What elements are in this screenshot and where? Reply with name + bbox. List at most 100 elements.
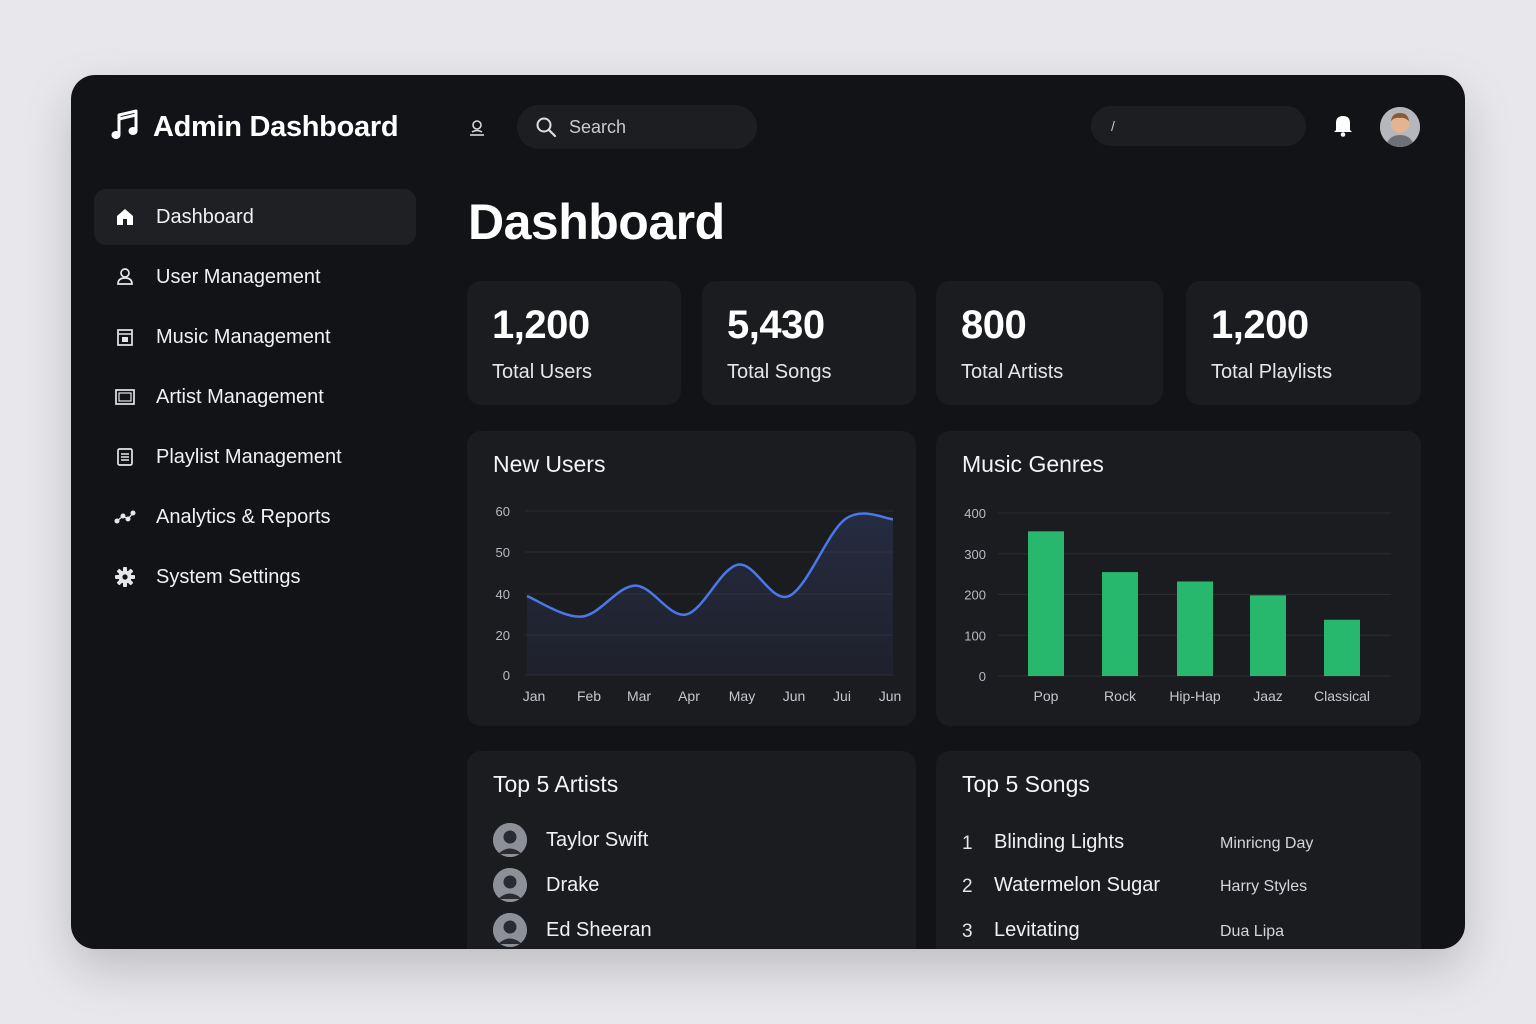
stat-card-artists: 800 Total Artists xyxy=(936,281,1163,405)
stat-value: 5,430 xyxy=(727,303,825,347)
list-item[interactable]: 1 Blinding Lights Minricng Day xyxy=(962,829,1402,859)
new-users-chart: 0 20 40 50 60 Jan Feb Mar Apr May Jun Jui Jun xyxy=(496,504,902,704)
x-tick-label: Apr xyxy=(678,688,700,704)
sidebar-item-label: Artist Management xyxy=(156,385,324,408)
stat-card-songs: 5,430 Total Songs xyxy=(702,281,916,405)
x-tick-label: May xyxy=(729,688,755,704)
list-item[interactable]: Taylor Swift xyxy=(493,823,648,857)
sidebar-item-dashboard[interactable]: Dashboard xyxy=(94,189,416,245)
search-input[interactable]: Search xyxy=(517,105,757,149)
y-tick-label: 0 xyxy=(979,669,986,684)
y-tick-label: 40 xyxy=(496,587,510,602)
x-tick-label: Jun xyxy=(783,688,806,704)
song-rank: 3 xyxy=(962,921,973,942)
top-songs-card: Top 5 Songs 1 Blinding Lights Minricng D… xyxy=(936,751,1421,949)
x-tick-label: Classical xyxy=(1314,688,1370,704)
brand: Admin Dashboard xyxy=(111,109,399,146)
bar xyxy=(1102,572,1138,676)
avatar[interactable] xyxy=(1380,107,1420,147)
sidebar-item-label: Dashboard xyxy=(156,205,254,228)
stat-value: 800 xyxy=(961,303,1027,347)
x-tick-label: Mar xyxy=(627,688,651,704)
sidebar-item-label: Analytics & Reports xyxy=(156,505,331,528)
x-tick-label: Jun xyxy=(879,688,902,704)
sidebar-item-label: Playlist Management xyxy=(156,445,342,468)
list-item[interactable]: 2 Watermelon Sugar Harry Styles xyxy=(962,872,1402,902)
music-genres-card: Music Genres 0 100 200 300 400 Pop Rock Hip-Hap… xyxy=(936,431,1421,726)
song-artist: Harry Styles xyxy=(1220,878,1308,895)
avatar xyxy=(493,913,527,947)
sidebar-item-artist-management[interactable]: Artist Management xyxy=(94,369,416,425)
song-artist: Minricng Day xyxy=(1220,835,1314,852)
top-artists-card: Top 5 Artists Taylor Swift Drake Ed Shee… xyxy=(467,751,916,949)
bar xyxy=(1250,595,1286,676)
stat-card-users: 1,200 Total Users xyxy=(467,281,681,405)
stat-label: Total Playlists xyxy=(1211,361,1333,383)
song-title: Watermelon Sugar xyxy=(994,874,1160,896)
new-users-card: New Users 0 20 40 50 60 Jan Feb Mar Apr May Jun Jui… xyxy=(467,431,916,726)
avatar xyxy=(493,868,527,902)
app-window: Admin Dashboard Search / Dashboard User … xyxy=(71,75,1465,949)
x-tick-label: Feb xyxy=(577,688,601,704)
gear-icon xyxy=(114,566,136,588)
sidebar-item-playlist-management[interactable]: Playlist Management xyxy=(94,429,416,485)
card-title: Top 5 Artists xyxy=(493,771,619,797)
bell-icon[interactable] xyxy=(1332,113,1354,142)
monitor-icon xyxy=(114,386,136,408)
song-rank: 2 xyxy=(962,876,973,897)
analytics-icon xyxy=(114,506,136,528)
stat-value: 1,200 xyxy=(1211,303,1309,347)
list-item[interactable]: Drake xyxy=(493,868,599,902)
music-note-icon xyxy=(111,109,139,146)
artist-name: Drake xyxy=(546,873,600,896)
y-tick-label: 50 xyxy=(496,545,510,560)
list-item[interactable]: 3 Levitating Dua Lipa xyxy=(962,917,1402,947)
artist-name: Ed Sheeran xyxy=(546,918,652,941)
y-tick-label: 20 xyxy=(496,628,510,643)
header-pill-input[interactable]: / xyxy=(1091,106,1306,146)
y-tick-label: 0 xyxy=(503,668,510,683)
song-title: Blinding Lights xyxy=(994,831,1125,853)
list-icon xyxy=(114,446,136,468)
list-item[interactable]: Ed Sheeran xyxy=(493,913,652,947)
sidebar-item-analytics[interactable]: Analytics & Reports xyxy=(94,489,416,545)
y-tick-label: 400 xyxy=(964,506,986,521)
search-icon xyxy=(535,116,557,138)
x-tick-label: Rock xyxy=(1104,688,1137,704)
sidebar-item-label: User Management xyxy=(156,265,321,288)
music-genres-chart: 0 100 200 300 400 Pop Rock Hip-Hap Jaaz Classical xyxy=(964,506,1391,704)
x-tick-label: Jan xyxy=(523,688,546,704)
bar xyxy=(1177,581,1213,676)
y-tick-label: 200 xyxy=(964,588,986,603)
y-tick-label: 100 xyxy=(964,628,986,643)
bar xyxy=(1324,619,1360,676)
home-icon xyxy=(114,206,136,228)
pill-text: / xyxy=(1111,118,1115,134)
sidebar-item-system-settings[interactable]: System Settings xyxy=(94,549,416,605)
music-box-icon xyxy=(114,326,136,348)
x-tick-label: Jui xyxy=(833,688,851,704)
search-placeholder: Search xyxy=(569,116,627,137)
avatar xyxy=(493,823,527,857)
stat-label: Total Users xyxy=(492,361,593,383)
x-tick-label: Pop xyxy=(1034,688,1059,704)
stat-value: 1,200 xyxy=(492,303,590,347)
song-rank: 1 xyxy=(962,833,973,854)
song-artist: Dua Lipa xyxy=(1220,923,1285,940)
song-title: Levitating xyxy=(994,919,1080,941)
sidebar-item-music-management[interactable]: Music Management xyxy=(94,309,416,365)
y-tick-label: 300 xyxy=(964,547,986,562)
app-title: Admin Dashboard xyxy=(153,111,399,143)
sidebar-item-label: Music Management xyxy=(156,325,331,348)
stat-label: Total Songs xyxy=(727,361,832,383)
sidebar-item-label: System Settings xyxy=(156,565,301,588)
x-tick-label: Hip-Hap xyxy=(1169,688,1221,704)
artist-name: Taylor Swift xyxy=(546,828,649,851)
sidebar-item-user-management[interactable]: User Management xyxy=(94,249,416,305)
page-title: Dashboard xyxy=(468,194,725,250)
user-icon[interactable] xyxy=(468,119,486,142)
stat-card-playlists: 1,200 Total Playlists xyxy=(1186,281,1421,405)
user-icon xyxy=(114,266,136,288)
stat-label: Total Artists xyxy=(961,361,1064,383)
card-title: Top 5 Songs xyxy=(962,771,1090,797)
